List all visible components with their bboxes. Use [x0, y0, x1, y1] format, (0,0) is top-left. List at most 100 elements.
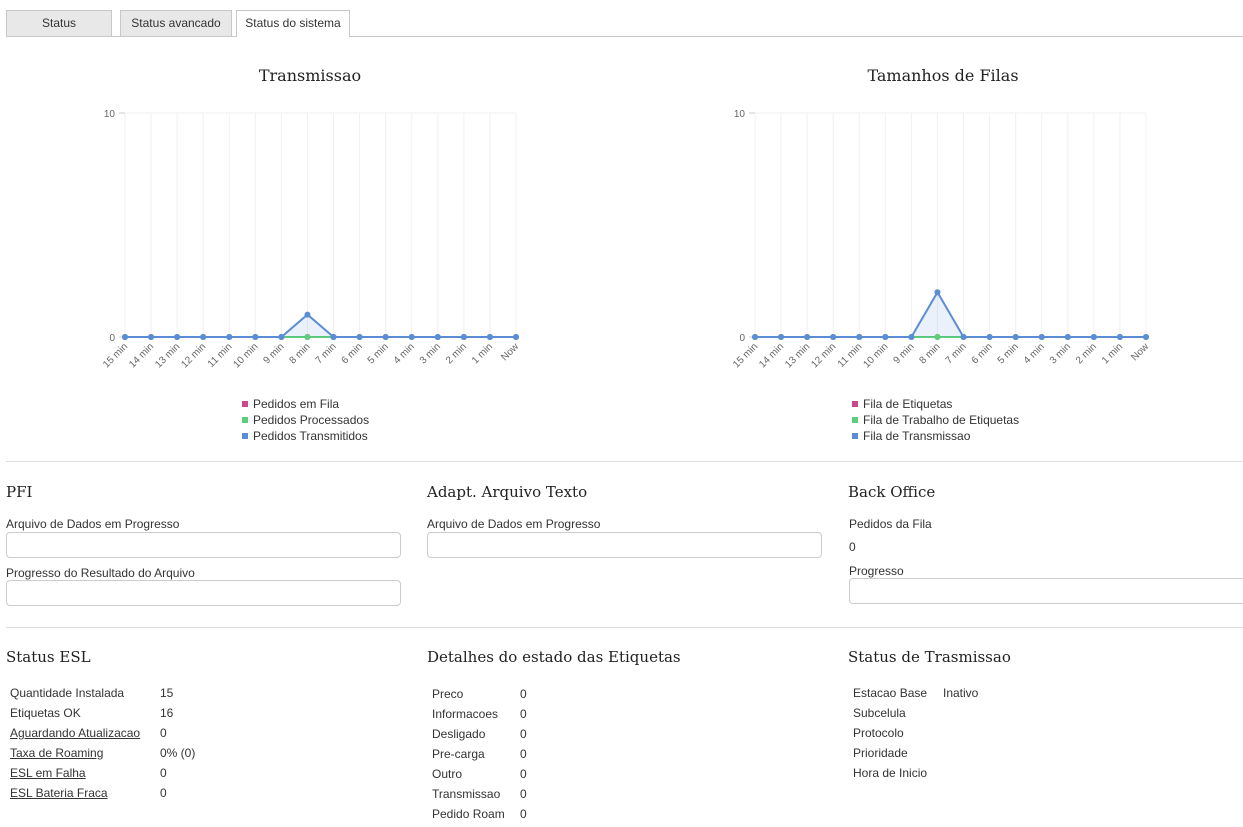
x-tick-label: 13 min — [153, 341, 182, 370]
data-point — [122, 334, 128, 340]
section-title-transmission-status: Status de Trasmissao — [848, 648, 1011, 666]
x-tick-label: 11 min — [206, 341, 234, 369]
x-tick-label: 8 min — [918, 341, 943, 366]
pfi-data-file-field[interactable] — [6, 532, 401, 558]
y-tick-label: 10 — [734, 109, 746, 120]
data-point — [1090, 334, 1097, 340]
x-tick-label: 2 min — [444, 341, 469, 366]
data-point — [252, 334, 259, 340]
x-tick-label: 14 min — [127, 341, 156, 370]
section-title-back-office: Back Office — [848, 483, 936, 501]
tab-status[interactable]: Status — [6, 10, 112, 36]
data-point — [408, 334, 415, 340]
legend-swatch — [242, 416, 248, 423]
list-item: ESL em Falha 0 — [10, 766, 167, 780]
data-point — [304, 311, 311, 318]
esl-low-battery-link[interactable]: ESL Bateria Fraca — [10, 786, 108, 800]
x-tick-label: Now — [1129, 341, 1151, 363]
data-point — [486, 334, 493, 340]
x-tick-label: 6 min — [340, 341, 365, 366]
x-tick-label: 11 min — [836, 341, 864, 369]
chart-legend-transmissao: Pedidos em Fila Pedidos Processados Pedi… — [242, 396, 369, 444]
legend-swatch — [852, 416, 858, 423]
x-tick-label: 3 min — [418, 341, 443, 366]
x-tick-label: 14 min — [757, 341, 786, 370]
section-title-adapt: Adapt. Arquivo Texto — [427, 483, 588, 501]
x-tick-label: 2 min — [1074, 341, 1099, 366]
awaiting-update-link[interactable]: Aguardando Atualizacao — [10, 726, 160, 740]
list-item: Pre-carga 0 — [432, 747, 527, 761]
chart-tamanhos-de-filas: 10 015 min14 min13 min12 min11 min10 min 9… — [731, 109, 1152, 370]
legend-swatch — [242, 432, 248, 439]
backoffice-progress-field[interactable] — [849, 578, 1243, 604]
chart-transmissao: 10 015 min14 min13 min12 min11 min10 min 9… — [101, 109, 522, 370]
divider — [6, 461, 1243, 462]
field-label: Arquivo de Dados em Progresso — [427, 517, 601, 531]
roaming-rate-link[interactable]: Taxa de Roaming — [10, 746, 103, 760]
legend-item: Fila de Transmissao — [852, 428, 1019, 444]
list-item: Hora de Inicio — [853, 766, 928, 780]
data-point — [148, 334, 155, 340]
divider — [6, 627, 1243, 628]
data-point — [882, 334, 889, 340]
data-point — [330, 334, 337, 340]
data-point — [1064, 334, 1071, 340]
list-item: Quantidade Instalada 15 — [10, 686, 174, 700]
list-item: Etiquetas OK 16 — [10, 706, 174, 720]
list-item: Desligado 0 — [432, 727, 527, 741]
x-tick-label: 5 min — [996, 341, 1021, 366]
data-point — [1038, 334, 1045, 340]
data-point — [752, 334, 758, 340]
list-item: Aguardando Atualizacao 0 — [10, 726, 167, 740]
legend-swatch — [852, 400, 858, 407]
legend-item: Fila de Etiquetas — [852, 396, 1019, 412]
legend-item: Fila de Trabalho de Etiquetas — [852, 412, 1019, 428]
tag-details-list: Preco 0 Informacoes 0 Desligado 0 Pre-carga… — [432, 687, 527, 827]
section-title-status-esl: Status ESL — [6, 648, 91, 666]
data-point — [1012, 334, 1019, 340]
legend-item: Pedidos em Fila — [242, 396, 369, 412]
legend-item: Pedidos Transmitidos — [242, 428, 369, 444]
y-tick-label: 0 — [109, 333, 115, 344]
x-tick-label: 15 min — [101, 341, 130, 370]
esl-failed-link[interactable]: ESL em Falha — [10, 766, 86, 780]
x-tick-label: 9 min — [891, 341, 916, 366]
list-item: Pedido Roam 0 — [432, 807, 527, 821]
transmission-status-list: Estacao Base Inativo Subcelula Protocolo … — [853, 686, 978, 786]
data-point — [278, 334, 285, 340]
data-point — [226, 334, 233, 340]
field-label: Pedidos da Fila — [849, 517, 932, 531]
y-tick-label: 10 — [104, 109, 116, 120]
x-tick-label: 10 min — [231, 341, 260, 370]
data-point — [304, 334, 311, 340]
x-tick-label: 7 min — [944, 341, 969, 366]
list-item: Estacao Base Inativo — [853, 686, 979, 700]
list-item: Taxa de Roaming 0% (0) — [10, 746, 196, 760]
x-tick-label: 5 min — [366, 341, 391, 366]
legend-item: Pedidos Processados — [242, 412, 369, 428]
x-tick-label: 15 min — [731, 341, 760, 370]
x-tick-label: 1 min — [1100, 341, 1125, 366]
x-tick-label: 12 min — [809, 341, 838, 370]
list-item: Prioridade — [853, 746, 908, 760]
x-tick-label: 10 min — [861, 341, 890, 370]
data-point — [856, 334, 863, 340]
list-item: Outro 0 — [432, 767, 527, 781]
legend-swatch — [852, 432, 858, 439]
data-point — [434, 334, 441, 340]
list-item: Informacoes 0 — [432, 707, 527, 721]
data-point — [1116, 334, 1123, 340]
y-tick-label: 0 — [739, 333, 745, 344]
tab-status-do-sistema[interactable]: Status do sistema — [236, 10, 350, 37]
list-item: ESL Bateria Fraca 0 — [10, 786, 167, 800]
field-label: Progresso — [849, 564, 904, 578]
list-item: Preco 0 — [432, 687, 527, 701]
chart-title-transmissao: Transmissao — [258, 66, 362, 85]
data-point — [830, 334, 837, 340]
tab-status-avancado[interactable]: Status avancado — [120, 10, 232, 36]
adapt-data-file-field[interactable] — [427, 532, 822, 558]
data-point — [804, 334, 811, 340]
pfi-file-progress-field[interactable] — [6, 580, 401, 606]
x-tick-label: 8 min — [288, 341, 313, 366]
chart-title-tamanhos-de-filas: Tamanhos de Filas — [867, 66, 1019, 85]
